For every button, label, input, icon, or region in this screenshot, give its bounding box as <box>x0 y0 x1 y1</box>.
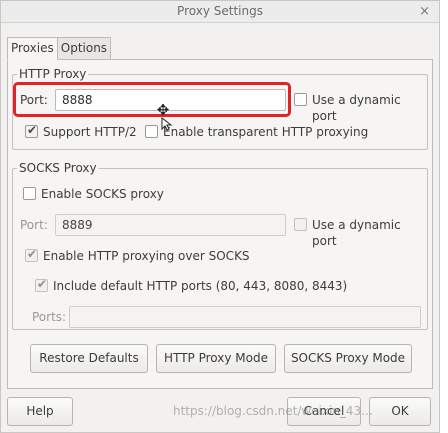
transparent-proxying-label: Enable transparent HTTP proxying <box>163 125 369 139</box>
include-default-ports-checkbox[interactable]: ✔ <box>35 277 48 292</box>
check-icon: ✔ <box>27 247 38 261</box>
transparent-proxying-checkbox[interactable] <box>145 125 158 138</box>
cancel-button[interactable]: Cancel <box>287 397 361 426</box>
socks-dynamic-port-checkbox[interactable] <box>294 218 307 231</box>
ok-button[interactable]: OK <box>369 397 431 426</box>
socks-port-label: Port: <box>20 218 48 232</box>
socks-dynamic-port-label: Use a dynamic port <box>312 218 401 248</box>
check-icon: ✔ <box>37 277 48 291</box>
socks-ports-label: Ports: <box>32 310 67 324</box>
mouse-pointer-icon <box>161 117 173 131</box>
restore-defaults-button[interactable]: Restore Defaults <box>30 344 148 373</box>
http-over-socks-checkbox[interactable]: ✔ <box>25 247 38 262</box>
socks-proxy-group-title: SOCKS Proxy <box>17 161 99 175</box>
window-title: Proxy Settings <box>177 4 263 18</box>
proxy-settings-window: Proxy Settings × Proxies Options HTTP Pr… <box>0 0 440 433</box>
http-dynamic-port-checkbox[interactable] <box>294 93 307 106</box>
tab-proxies[interactable]: Proxies <box>7 37 58 60</box>
include-default-ports-label: Include default HTTP ports (80, 443, 808… <box>53 279 348 293</box>
support-http2-checkbox[interactable]: ✔ <box>25 123 38 138</box>
socks-ports-input[interactable] <box>69 306 421 328</box>
enable-socks-label: Enable SOCKS proxy <box>41 187 164 201</box>
title-bar: Proxy Settings × <box>1 1 439 23</box>
socks-proxy-mode-button[interactable]: SOCKS Proxy Mode <box>284 344 412 373</box>
socks-port-input[interactable]: 8889 <box>55 214 286 236</box>
http-proxy-mode-button[interactable]: HTTP Proxy Mode <box>156 344 276 373</box>
check-icon: ✔ <box>27 123 38 137</box>
http-dynamic-port-label: Use a dynamic port <box>312 93 401 123</box>
tab-bar: Proxies Options <box>7 37 112 60</box>
enable-socks-checkbox[interactable] <box>23 187 36 200</box>
support-http2-label: Support HTTP/2 <box>43 125 137 139</box>
close-icon[interactable]: × <box>419 1 430 22</box>
socks-proxy-group: SOCKS Proxy Enable SOCKS proxy Port: 888… <box>12 161 428 330</box>
proxies-tab-panel: HTTP Proxy Port: 8888 Use a dynamic port… <box>7 59 433 389</box>
http-proxy-group-title: HTTP Proxy <box>17 67 89 81</box>
http-port-label: Port: <box>20 93 48 107</box>
http-over-socks-label: Enable HTTP proxying over SOCKS <box>43 249 250 263</box>
help-button[interactable]: Help <box>7 397 73 426</box>
http-proxy-group: HTTP Proxy Port: 8888 Use a dynamic port… <box>12 67 428 150</box>
tab-options[interactable]: Options <box>56 37 112 59</box>
